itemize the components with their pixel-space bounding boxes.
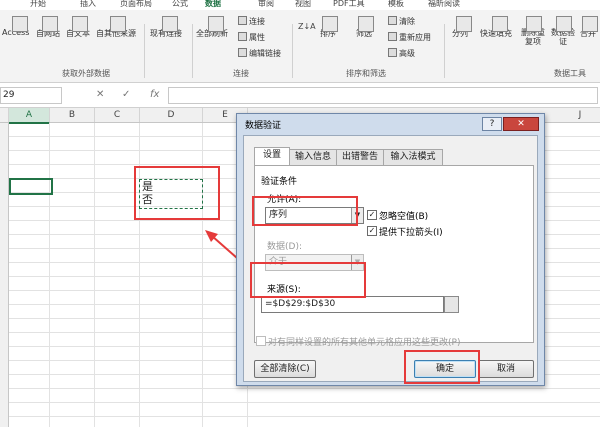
tab-settings[interactable]: 设置 <box>254 147 290 166</box>
annotation-box-source <box>250 262 366 298</box>
tab-ime-mode[interactable]: 输入法模式 <box>383 149 443 166</box>
dropdown-arrow-checkbox[interactable]: ✓ <box>367 226 377 236</box>
annotation-box-ok <box>404 350 480 384</box>
data-label: 数据(D): <box>267 242 302 252</box>
tab-error-alert[interactable]: 出错警告 <box>336 149 384 166</box>
close-button[interactable]: ✕ <box>503 117 539 131</box>
dialog-title: 数据验证 <box>245 121 282 131</box>
data-validation-dialog: 数据验证 ? ✕ 设置 输入信息 出错警告 输入法模式 验证条件 允许(A): … <box>236 113 545 386</box>
apply-all-checkbox[interactable] <box>256 336 266 346</box>
dialog-body: 设置 输入信息 出错警告 输入法模式 验证条件 允许(A): 序列 ▼ ✓ 忽略… <box>243 135 538 382</box>
apply-all-label: 对有同样设置的所有其他单元格应用这些更改(P) <box>268 338 461 348</box>
ignore-blank-checkbox[interactable]: ✓ <box>367 210 377 220</box>
clear-all-button[interactable]: 全部清除(C) <box>254 360 316 378</box>
source-input[interactable]: =$D$29:$D$30 <box>261 296 444 313</box>
range-select-icon[interactable] <box>444 296 459 313</box>
ignore-blank-label: 忽略空值(B) <box>379 212 429 222</box>
settings-panel: 验证条件 允许(A): 序列 ▼ ✓ 忽略空值(B) ✓ 提供下拉箭头(I) 数… <box>254 165 534 343</box>
help-button[interactable]: ? <box>482 117 502 131</box>
annotation-box-allow <box>252 196 358 226</box>
cancel-button[interactable]: 取消 <box>478 360 534 378</box>
dropdown-arrow-label: 提供下拉箭头(I) <box>379 228 443 238</box>
section-label: 验证条件 <box>261 177 298 187</box>
tab-input-message[interactable]: 输入信息 <box>289 149 337 166</box>
